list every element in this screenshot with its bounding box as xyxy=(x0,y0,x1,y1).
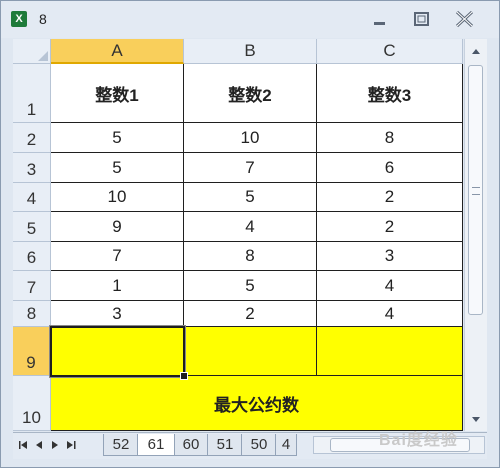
row-header-1[interactable]: 1 xyxy=(13,64,51,123)
cell-c8[interactable]: 4 xyxy=(317,301,463,327)
cell-a4[interactable]: 10 xyxy=(51,183,184,212)
row-header-6[interactable]: 6 xyxy=(13,242,51,271)
watermark-text: Bai度经验 xyxy=(379,432,458,449)
vertical-scroll-thumb[interactable] xyxy=(468,65,483,315)
last-sheet-icon xyxy=(67,441,76,449)
row-header-8[interactable]: 8 xyxy=(13,301,51,327)
last-sheet-button[interactable] xyxy=(65,438,77,452)
cell-a2[interactable]: 5 xyxy=(51,123,184,153)
next-sheet-icon xyxy=(52,441,58,449)
select-all-triangle-icon xyxy=(38,51,48,61)
prev-sheet-icon xyxy=(36,441,42,449)
excel-window: X 8 A B C 1 2 3 4 5 6 7 8 9 10 整数1 整数2 整… xyxy=(0,0,500,468)
cell-c9[interactable] xyxy=(317,327,463,376)
spreadsheet-grid: A B C 1 2 3 4 5 6 7 8 9 10 整数1 整数2 整数3 5… xyxy=(13,39,463,431)
vertical-scrollbar[interactable] xyxy=(464,39,487,431)
sheet-tab-60[interactable]: 60 xyxy=(173,434,209,456)
cell-c6[interactable]: 3 xyxy=(317,242,463,271)
cell-b9[interactable] xyxy=(184,327,317,376)
scroll-up-button[interactable] xyxy=(468,44,484,60)
sheet-tab-50[interactable]: 50 xyxy=(241,434,277,456)
sheet-tab-51[interactable]: 51 xyxy=(207,434,243,456)
minimize-button[interactable] xyxy=(367,9,393,29)
cell-a10-merged[interactable]: 最大公约数 xyxy=(51,376,463,431)
excel-app-icon[interactable]: X xyxy=(11,11,27,27)
cell-c5[interactable]: 2 xyxy=(317,212,463,242)
cell-b6[interactable]: 8 xyxy=(184,242,317,271)
sheet-tab-4[interactable]: 4 xyxy=(275,434,297,456)
restore-button[interactable] xyxy=(409,9,435,29)
cell-a7[interactable]: 1 xyxy=(51,271,184,301)
first-sheet-button[interactable] xyxy=(17,438,29,452)
row-header-3[interactable]: 3 xyxy=(13,153,51,183)
cell-b7[interactable]: 5 xyxy=(184,271,317,301)
cell-b8[interactable]: 2 xyxy=(184,301,317,327)
cell-b3[interactable]: 7 xyxy=(184,153,317,183)
sheet-tab-52[interactable]: 52 xyxy=(103,434,139,456)
cell-a1[interactable]: 整数1 xyxy=(51,64,184,123)
row-header-2[interactable]: 2 xyxy=(13,123,51,153)
cell-a6[interactable]: 7 xyxy=(51,242,184,271)
row-header-9[interactable]: 9 xyxy=(13,327,51,376)
title-bar: X 8 xyxy=(1,1,499,38)
first-sheet-icon xyxy=(19,441,27,449)
scroll-grip-icon xyxy=(472,187,480,195)
cell-c3[interactable]: 6 xyxy=(317,153,463,183)
active-cell-border xyxy=(49,325,186,378)
column-header-b[interactable]: B xyxy=(184,39,317,64)
cell-b2[interactable]: 10 xyxy=(184,123,317,153)
row-header-10[interactable]: 10 xyxy=(13,376,51,431)
cell-b1[interactable]: 整数2 xyxy=(184,64,317,123)
row-header-4[interactable]: 4 xyxy=(13,183,51,212)
cell-b5[interactable]: 4 xyxy=(184,212,317,242)
cell-c7[interactable]: 4 xyxy=(317,271,463,301)
next-sheet-button[interactable] xyxy=(49,438,61,452)
close-button[interactable] xyxy=(452,9,478,29)
select-all-corner[interactable] xyxy=(13,39,51,64)
close-icon xyxy=(455,10,474,28)
prev-sheet-button[interactable] xyxy=(33,438,45,452)
cell-a3[interactable]: 5 xyxy=(51,153,184,183)
restore-icon xyxy=(414,12,429,26)
column-header-c[interactable]: C xyxy=(317,39,463,64)
scroll-down-button[interactable] xyxy=(468,411,484,427)
cell-b4[interactable]: 5 xyxy=(184,183,317,212)
window-title: 8 xyxy=(39,11,47,27)
cell-c4[interactable]: 2 xyxy=(317,183,463,212)
fill-handle[interactable] xyxy=(180,372,188,380)
row-header-7[interactable]: 7 xyxy=(13,271,51,301)
cell-c2[interactable]: 8 xyxy=(317,123,463,153)
sheet-tab-61[interactable]: 61 xyxy=(137,434,175,456)
arrow-up-icon xyxy=(472,49,480,54)
column-header-a[interactable]: A xyxy=(51,39,184,64)
row-header-5[interactable]: 5 xyxy=(13,212,51,242)
minimize-icon xyxy=(374,22,385,25)
cell-c1[interactable]: 整数3 xyxy=(317,64,463,123)
cell-a8[interactable]: 3 xyxy=(51,301,184,327)
cell-a5[interactable]: 9 xyxy=(51,212,184,242)
arrow-down-icon xyxy=(472,417,480,422)
